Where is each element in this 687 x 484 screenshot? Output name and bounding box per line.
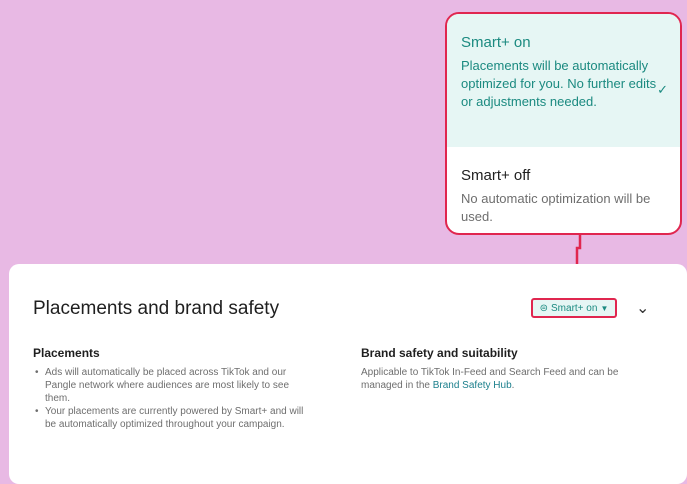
- brand-safety-hub-link[interactable]: Brand Safety Hub: [433, 380, 512, 391]
- smart-plus-toggle-label: Smart+ on: [551, 302, 598, 314]
- smart-plus-icon: ⊜: [539, 302, 549, 314]
- option-smart-plus-off-description: No automatic optimization will be used.: [461, 191, 651, 224]
- option-smart-plus-on[interactable]: Smart+ on Placements will be automatical…: [447, 14, 680, 147]
- smart-plus-dropdown: Smart+ on Placements will be automatical…: [445, 12, 682, 235]
- page-title: Placements and brand safety: [33, 298, 280, 319]
- option-smart-plus-on-title: Smart+ on: [461, 34, 531, 51]
- brand-safety-text: Applicable to TikTok In-Feed and Search …: [361, 366, 661, 392]
- option-smart-plus-off-title: Smart+ off: [461, 167, 531, 184]
- placements-heading: Placements: [33, 346, 100, 360]
- placements-card: Placements and brand safety ⊜ Smart+ on …: [9, 264, 687, 484]
- caret-down-icon: ▼: [600, 303, 609, 313]
- check-icon: ✓: [657, 82, 668, 97]
- brand-safety-text-suffix: .: [511, 380, 515, 391]
- brand-safety-heading: Brand safety and suitability: [361, 346, 518, 360]
- option-smart-plus-on-description: Placements will be automatically optimiz…: [461, 58, 657, 109]
- option-smart-plus-off[interactable]: Smart+ off No automatic optimization wil…: [447, 147, 680, 226]
- list-item: Your placements are currently powered by…: [33, 405, 313, 431]
- list-item: Ads will automatically be placed across …: [33, 366, 313, 405]
- smart-plus-toggle-button[interactable]: ⊜ Smart+ on ▼: [531, 298, 617, 318]
- chevron-down-icon[interactable]: ⌄: [636, 298, 649, 318]
- placements-list: Ads will automatically be placed across …: [33, 366, 313, 431]
